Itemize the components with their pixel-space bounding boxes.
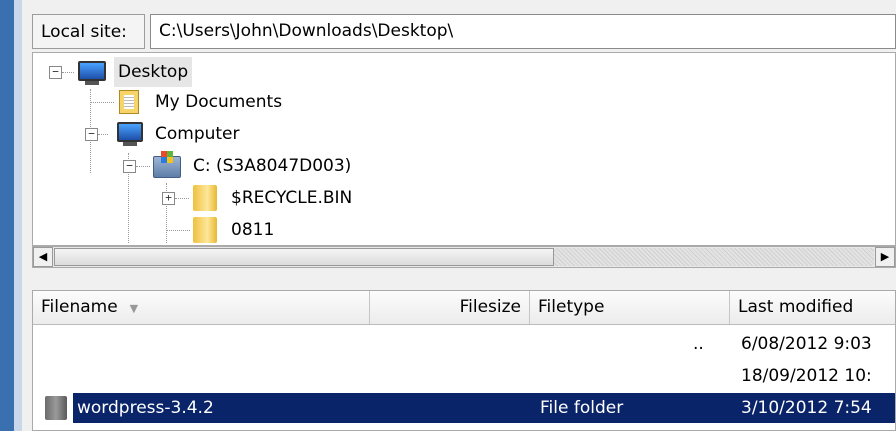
tree-node-0811[interactable]: 0811	[33, 215, 433, 245]
column-header-label: Last modified	[738, 297, 854, 317]
tree-branch-line	[62, 72, 74, 73]
local-site-panel: Local site: C:\Users\John\Downloads\Desk…	[32, 0, 896, 431]
file-row-wordpress[interactable]: wordpress-3.4.2 File folder 3/10/2012 7:…	[33, 393, 895, 423]
column-header-filetype[interactable]: Filetype	[530, 291, 730, 324]
tree-node-computer[interactable]: − Computer	[33, 119, 333, 149]
tree-branch-line	[175, 198, 189, 199]
collapse-icon[interactable]: −	[49, 66, 62, 79]
filetype-cell: File folder	[540, 398, 624, 418]
monitor-stand	[123, 142, 137, 146]
local-site-label: Local site:	[32, 14, 145, 49]
collapse-icon[interactable]: −	[123, 160, 136, 173]
column-header-label: Filetype	[538, 297, 605, 317]
file-list-header: Filename ▼ Filesize Filetype Last modifie…	[33, 291, 895, 325]
tree-node-c-drive[interactable]: − C: (S3A8047D003)	[33, 151, 433, 181]
expand-icon[interactable]: +	[162, 192, 175, 205]
filename-cell: wordpress-3.4.2	[77, 398, 214, 418]
tree-node-label: My Documents	[155, 92, 283, 112]
tree-node-label: 0811	[231, 220, 275, 240]
column-header-filesize[interactable]: Filesize	[370, 291, 530, 324]
scrollbar-track[interactable]	[554, 248, 874, 266]
column-header-last-modified[interactable]: Last modified	[730, 291, 895, 324]
file-row-parent[interactable]: .. 6/08/2012 9:03	[33, 329, 895, 359]
column-header-filename[interactable]: Filename ▼	[33, 291, 370, 324]
tree-node-label: $RECYCLE.BIN	[231, 188, 353, 208]
local-site-path-input[interactable]: C:\Users\John\Downloads\Desktop\	[150, 14, 896, 49]
collapse-icon[interactable]: −	[85, 128, 98, 141]
last-modified-cell: 6/08/2012 9:03	[741, 334, 872, 354]
windows-logo-icon	[161, 151, 173, 163]
filetype-cell: ..	[693, 334, 704, 354]
folder-icon	[193, 217, 217, 243]
scroll-right-button[interactable]: ▶	[875, 247, 895, 267]
scrollbar-thumb[interactable]	[54, 248, 554, 266]
file-row[interactable]: 18/09/2012 10:	[33, 361, 895, 391]
local-site-bar: Local site: C:\Users\John\Downloads\Desk…	[32, 14, 896, 51]
computer-icon	[117, 122, 143, 142]
tree-node-recycle-bin[interactable]: + $RECYCLE.BIN	[33, 183, 433, 213]
folder-icon	[45, 396, 67, 420]
documents-icon	[119, 90, 139, 114]
tree-branch-line	[98, 134, 108, 135]
tree-node-label: Desktop	[114, 57, 193, 87]
last-modified-cell: 3/10/2012 7:54	[741, 398, 872, 418]
column-header-label: Filename	[41, 297, 118, 317]
tree-horizontal-scrollbar[interactable]: ◀ ▶	[32, 246, 896, 268]
file-list[interactable]: Filename ▼ Filesize Filetype Last modifie…	[32, 290, 896, 431]
tree-node-label: Computer	[155, 124, 240, 144]
tree-branch-line	[90, 102, 114, 103]
tree-node-desktop[interactable]: − Desktop	[33, 57, 333, 87]
tree-branch-line	[136, 166, 150, 167]
tree-node-my-documents[interactable]: My Documents	[33, 87, 333, 117]
column-header-label: Filesize	[459, 297, 521, 317]
sort-arrow-icon: ▼	[129, 302, 139, 315]
directory-tree[interactable]: − Desktop My Documents − Computer − C: (…	[32, 52, 896, 246]
tree-node-label: C: (S3A8047D003)	[193, 156, 352, 176]
folder-icon	[193, 185, 217, 211]
window-edge-highlight	[14, 0, 22, 431]
last-modified-cell: 18/09/2012 10:	[741, 366, 872, 386]
tree-branch-line	[166, 230, 190, 231]
scroll-left-button[interactable]: ◀	[33, 247, 53, 267]
monitor-icon	[78, 61, 106, 81]
monitor-stand	[85, 81, 99, 85]
